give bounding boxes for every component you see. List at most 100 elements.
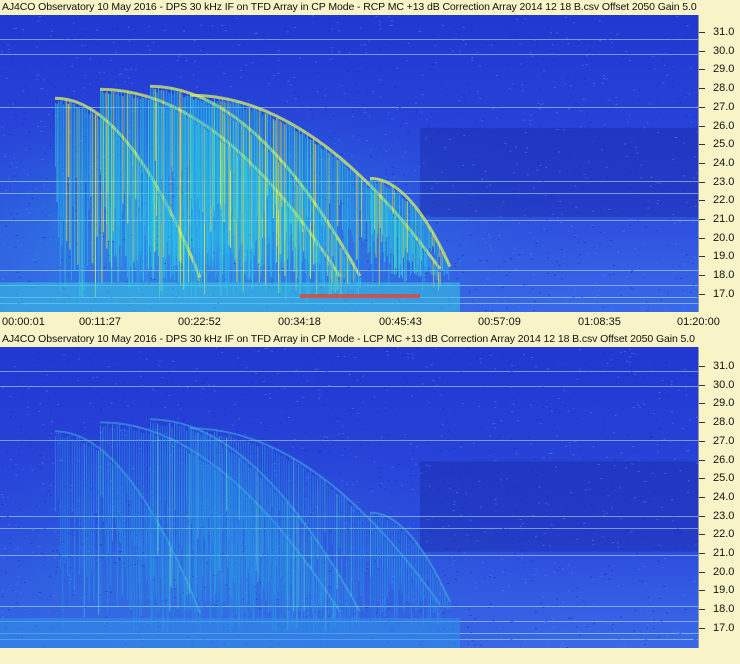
y-tick: 18.0: [699, 602, 740, 616]
emission-streak: [354, 603, 355, 619]
emission-streak: [154, 422, 156, 595]
emission-streak: [161, 89, 163, 179]
emission-streak: [166, 89, 167, 281]
interference-line: [0, 107, 698, 108]
emission-streak: [143, 98, 145, 283]
y-tick: 31.0: [699, 359, 740, 373]
emission-streak: [305, 137, 307, 274]
emission-streak: [140, 432, 142, 616]
emission-streak: [169, 93, 171, 251]
emission-streak: [55, 435, 56, 513]
emission-streak: [206, 99, 207, 165]
emission-streak: [98, 450, 100, 615]
emission-streak: [162, 425, 163, 601]
emission-streak: [85, 108, 87, 182]
y-tick-label: 29.0: [713, 63, 735, 76]
emission-streak: [74, 440, 76, 592]
x-tick-label: 00:22:52: [178, 316, 221, 328]
emission-streak: [114, 91, 116, 209]
emission-streak: [206, 431, 208, 561]
emission-streak: [448, 267, 450, 280]
emission-streak: [386, 520, 388, 598]
emission-streak: [319, 476, 321, 607]
emission-streak: [186, 430, 187, 501]
rcp-spectrogram-image: [0, 15, 698, 312]
emission-streak: [143, 433, 145, 499]
emission-streak: [234, 102, 236, 208]
emission-streak: [303, 523, 305, 612]
emission-streak: [307, 471, 309, 524]
emission-streak: [188, 96, 190, 160]
emission-streak: [338, 159, 340, 206]
emission-streak: [77, 107, 79, 265]
y-tick: 27.0: [699, 434, 740, 448]
emission-streak: [382, 516, 383, 564]
y-tick-label: 24.0: [713, 490, 735, 503]
emission-streak: [406, 535, 407, 568]
emission-streak: [374, 181, 376, 254]
lcp-panel: AJ4CO Observatory 10 May 2016 - DPS 30 k…: [0, 332, 740, 664]
emission-streak: [384, 519, 386, 611]
y-tick: 27.0: [699, 100, 740, 114]
y-tick: 28.0: [699, 415, 740, 429]
emission-streak: [93, 114, 95, 265]
emission-streak: [104, 425, 106, 535]
emission-streak: [91, 443, 92, 572]
y-tick-mark: [699, 459, 705, 461]
emission-streak: [223, 101, 225, 181]
emission-streak: [415, 238, 417, 276]
emission-streak: [167, 91, 169, 218]
emission-streak: [298, 128, 300, 231]
emission-streak: [359, 175, 361, 211]
emission-streak: [424, 222, 426, 267]
emission-streak: [400, 193, 402, 275]
emission-streak: [223, 435, 225, 523]
emission-streak: [108, 93, 109, 241]
emission-streak: [351, 169, 353, 235]
emission-streak: [337, 159, 339, 227]
emission-streak: [141, 167, 143, 280]
y-tick: 19.0: [699, 583, 740, 597]
emission-streak: [449, 601, 451, 610]
emission-streak: [263, 112, 265, 211]
emission-streak: [119, 424, 121, 542]
emission-streak: [80, 109, 82, 297]
emission-streak: [427, 588, 429, 620]
emission-streak: [175, 558, 176, 588]
emission-streak: [413, 542, 415, 583]
emission-streak: [107, 423, 109, 613]
emission-streak: [157, 423, 159, 556]
emission-streak: [262, 444, 263, 625]
emission-streak: [421, 214, 423, 261]
emission-streak: [427, 563, 429, 580]
emission-streak: [177, 565, 179, 609]
emission-streak: [151, 86, 153, 249]
emission-streak: [196, 99, 198, 276]
emission-streak: [252, 107, 254, 276]
y-tick-label: 18.0: [713, 269, 735, 282]
y-tick-mark: [699, 144, 705, 146]
emission-streak: [170, 88, 172, 166]
y-tick-label: 19.0: [713, 250, 735, 263]
emission-streak: [174, 90, 175, 281]
y-tick-mark: [699, 534, 705, 536]
emission-streak: [98, 119, 100, 289]
emission-streak: [180, 90, 182, 263]
emission-streak: [361, 178, 363, 238]
y-tick: 26.0: [699, 453, 740, 467]
bottom-strip: [0, 648, 740, 664]
emission-streak: [410, 202, 411, 276]
emission-streak: [178, 425, 180, 544]
emission-streak: [122, 96, 124, 204]
y-tick: 23.0: [699, 509, 740, 523]
emission-streak: [425, 585, 427, 599]
emission-streak: [371, 180, 373, 235]
y-tick-mark: [699, 256, 705, 258]
emission-streak: [336, 493, 338, 590]
emission-streak: [218, 435, 220, 571]
emission-streak: [283, 455, 285, 532]
emission-streak: [148, 433, 149, 548]
emission-streak: [264, 446, 266, 518]
emission-streak: [112, 424, 113, 541]
emission-streak: [284, 124, 286, 277]
